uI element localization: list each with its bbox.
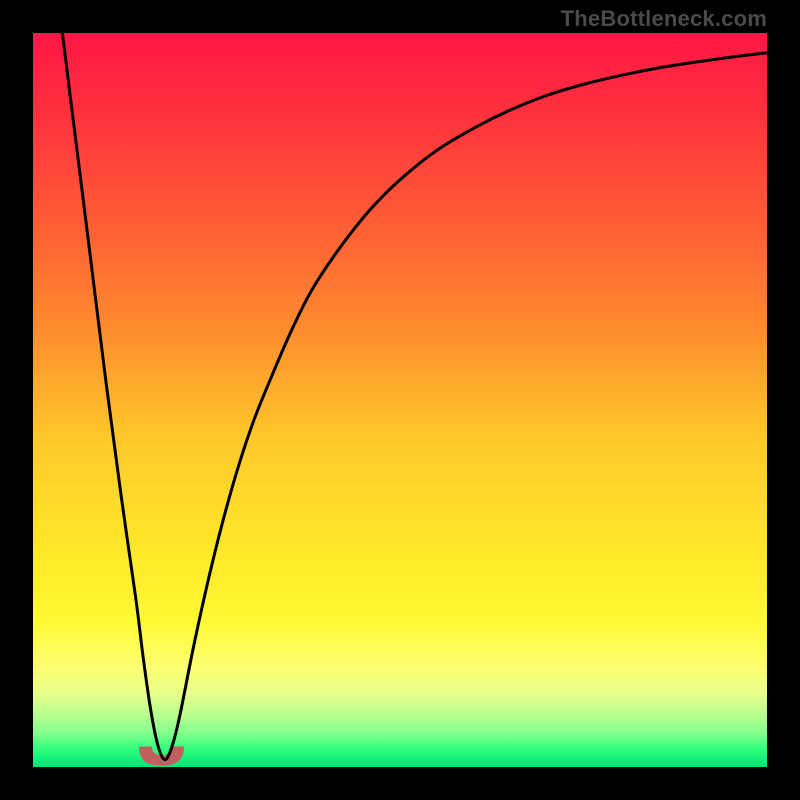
chart-frame: TheBottleneck.com — [0, 0, 800, 800]
watermark-text: TheBottleneck.com — [561, 6, 767, 32]
chart-svg — [33, 33, 767, 767]
plot-area — [33, 33, 767, 767]
